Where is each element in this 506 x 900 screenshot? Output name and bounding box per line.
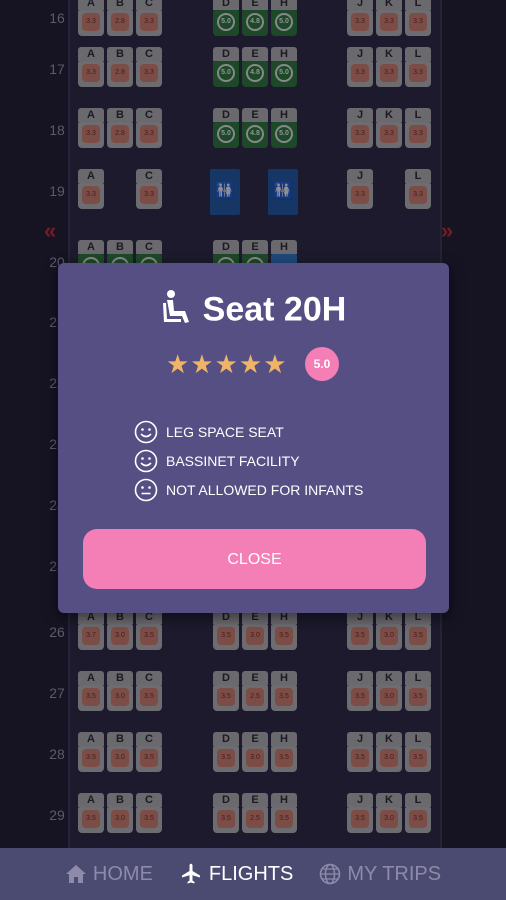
nav-flights[interactable]: FLIGHTS xyxy=(179,862,293,886)
feature-leg-space: LEG SPACE SEAT xyxy=(134,420,284,444)
feature-label: NOT ALLOWED FOR INFANTS xyxy=(166,482,364,498)
neutral-face-icon xyxy=(134,478,158,502)
rating-badge: 5.0 xyxy=(305,347,339,381)
feature-label: LEG SPACE SEAT xyxy=(166,424,284,440)
seat-icon xyxy=(161,289,193,334)
feature-no-infants: NOT ALLOWED FOR INFANTS xyxy=(134,478,363,502)
feature-label: BASSINET FACILITY xyxy=(166,453,300,469)
dialog-title: Seat 20H xyxy=(58,289,449,334)
seat-detail-dialog: Seat 20H ★★★★★ 5.0 LEG SPACE SEAT BASSIN… xyxy=(58,263,449,613)
nav-flights-label: FLIGHTS xyxy=(208,862,294,885)
home-icon xyxy=(65,865,86,883)
rating-stars: ★★★★★ xyxy=(166,349,288,379)
close-button[interactable]: CLOSE xyxy=(83,529,426,589)
nav-my-trips[interactable]: MY TRIPS xyxy=(319,863,441,886)
globe-icon xyxy=(320,863,341,885)
smile-icon xyxy=(134,449,158,473)
airplane-icon xyxy=(181,863,200,884)
nav-home-label: HOME xyxy=(92,862,153,885)
seat-title: Seat 20H xyxy=(202,290,347,329)
bottom-nav: HOME FLIGHTS MY TRIPS xyxy=(0,848,506,900)
nav-my-trips-label: MY TRIPS xyxy=(347,862,442,885)
feature-bassinet: BASSINET FACILITY xyxy=(134,449,300,473)
smile-icon xyxy=(134,420,158,444)
nav-home[interactable]: HOME xyxy=(65,863,153,886)
